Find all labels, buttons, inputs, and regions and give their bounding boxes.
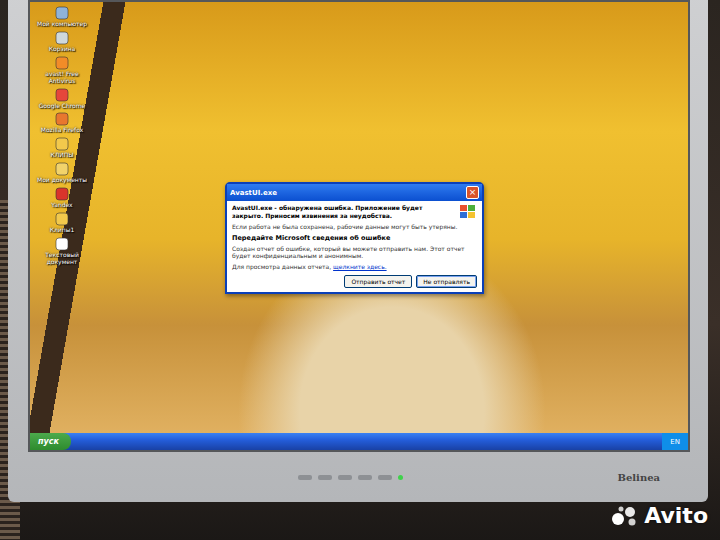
monitor-button[interactable] bbox=[358, 475, 372, 480]
details-link[interactable]: щелкните здесь. bbox=[333, 263, 387, 270]
desktop-icon[interactable]: Мои документы bbox=[36, 162, 88, 184]
dialog-button[interactable]: Отправить отчет bbox=[344, 275, 412, 288]
close-button[interactable]: × bbox=[466, 186, 479, 199]
desktop-icon[interactable]: Корзина bbox=[36, 31, 88, 53]
desktop-icon[interactable]: avast! Free Antivirus bbox=[36, 56, 88, 85]
watermark: Avito bbox=[610, 503, 708, 528]
program-icon bbox=[55, 162, 69, 176]
program-icon bbox=[55, 137, 69, 151]
taskbar: пуск EN bbox=[30, 433, 688, 450]
monitor-button[interactable] bbox=[338, 475, 352, 480]
program-icon bbox=[55, 237, 69, 251]
desktop-icon[interactable]: Клипы1 bbox=[36, 212, 88, 234]
dialog-button[interactable]: Не отправлять bbox=[416, 275, 477, 288]
screen: Мой компьютер Корзина avast! Free Antiviru… bbox=[28, 0, 690, 452]
program-icon bbox=[55, 112, 69, 126]
program-icon bbox=[55, 31, 69, 45]
desktop-icon[interactable]: Google Chrome bbox=[36, 88, 88, 110]
windows-logo-icon bbox=[459, 204, 477, 220]
desktop-icon[interactable]: Mozilla Firefox bbox=[36, 112, 88, 134]
program-icon bbox=[55, 56, 69, 70]
desktop: Мой компьютер Корзина avast! Free Antiviru… bbox=[30, 2, 688, 433]
program-icon bbox=[55, 187, 69, 201]
avito-logo-icon bbox=[610, 505, 640, 527]
language-indicator[interactable]: EN bbox=[662, 433, 688, 450]
monitor-button[interactable] bbox=[318, 475, 332, 480]
dialog-titlebar[interactable]: AvastUI.exe× bbox=[227, 184, 482, 201]
program-icon bbox=[55, 88, 69, 102]
desktop-icon[interactable]: Текстовый документ bbox=[36, 237, 88, 266]
desktop-icon[interactable]: Yandex bbox=[36, 187, 88, 209]
monitor-button[interactable] bbox=[378, 475, 392, 480]
monitor-button[interactable] bbox=[298, 475, 312, 480]
monitor: Мой компьютер Корзина avast! Free Antiviru… bbox=[8, 0, 708, 502]
desktop-icon[interactable]: Мой компьютер bbox=[36, 6, 88, 28]
error-dialog: AvastUI.exe×AvastUI.exe - обнаружена оши… bbox=[225, 182, 484, 294]
program-icon bbox=[55, 6, 69, 20]
start-button[interactable]: пуск bbox=[30, 433, 71, 450]
power-led bbox=[398, 475, 403, 480]
monitor-bezel: Belinea bbox=[28, 452, 690, 502]
desktop-icon[interactable]: КЛИПЫ bbox=[36, 137, 88, 159]
desktop-icons: Мой компьютер Корзина avast! Free Antiviru… bbox=[30, 2, 88, 266]
photo-scene: Мой компьютер Корзина avast! Free Antiviru… bbox=[0, 0, 720, 540]
program-icon bbox=[55, 212, 69, 226]
monitor-brand: Belinea bbox=[617, 472, 660, 483]
